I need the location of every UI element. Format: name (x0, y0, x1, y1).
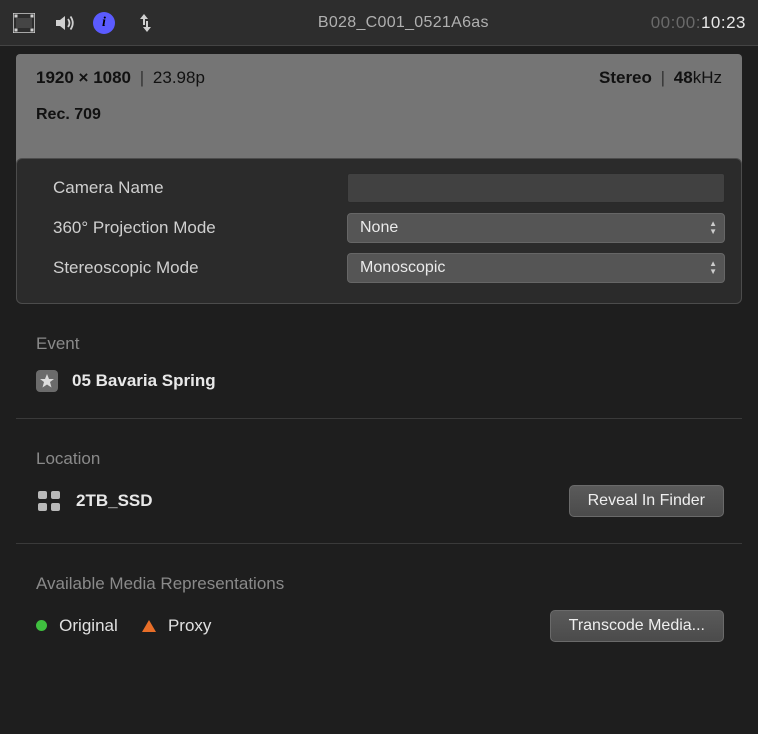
stereoscopic-mode-row: Stereoscopic Mode Monoscopic ▲▼ (27, 251, 731, 285)
frame-rate-text: 23.98p (153, 68, 205, 87)
clip-title: B028_C001_0521A6as (156, 14, 651, 32)
share-tab-icon[interactable] (132, 11, 156, 35)
meta-audio-spec: Stereo | 48kHz (599, 68, 722, 88)
original-media-indicator: Original (36, 616, 118, 636)
metadata-row-1: 1920 × 1080 | 23.98p Stereo | 48kHz (36, 68, 722, 88)
camera-name-row: Camera Name (27, 171, 731, 205)
meta-video-spec: 1920 × 1080 | 23.98p (36, 68, 205, 88)
status-triangle-warning-icon (142, 620, 156, 632)
camera-name-label: Camera Name (27, 178, 347, 198)
projection-mode-select[interactable]: None (347, 213, 725, 243)
event-item[interactable]: 05 Bavaria Spring (36, 370, 216, 392)
location-section-title: Location (36, 449, 724, 469)
location-section: Location 2TB_SSD Reveal In Finder (16, 449, 742, 544)
proxy-media-indicator: Proxy (142, 616, 212, 636)
projection-mode-value: None (360, 219, 398, 237)
camera-params-group: Camera Name 360° Projection Mode None ▲▼… (16, 158, 742, 304)
audio-rate-unit: kHz (693, 68, 722, 87)
stereoscopic-mode-value: Monoscopic (360, 259, 445, 277)
event-name: 05 Bavaria Spring (72, 371, 216, 391)
resolution-text: 1920 × 1080 (36, 68, 131, 87)
drive-icon (36, 490, 62, 512)
info-tab-icon[interactable]: i (92, 11, 116, 35)
stereoscopic-mode-label: Stereoscopic Mode (27, 258, 347, 278)
status-dot-available-icon (36, 620, 47, 631)
proxy-label: Proxy (168, 616, 211, 635)
media-representations-section: Available Media Representations Original… (16, 574, 742, 668)
clip-metadata-banner: 1920 × 1080 | 23.98p Stereo | 48kHz Rec.… (16, 54, 742, 168)
camera-name-input[interactable] (347, 173, 725, 203)
inspector-body: Camera Name 360° Projection Mode None ▲▼… (0, 168, 758, 668)
event-section: Event 05 Bavaria Spring (16, 334, 742, 419)
projection-mode-row: 360° Projection Mode None ▲▼ (27, 211, 731, 245)
audio-rate-text: 48 (674, 68, 693, 87)
event-section-title: Event (36, 334, 724, 354)
reveal-in-finder-button[interactable]: Reveal In Finder (569, 485, 724, 517)
location-name: 2TB_SSD (76, 491, 153, 511)
audio-channels-text: Stereo (599, 68, 652, 87)
transcode-media-button[interactable]: Transcode Media... (550, 610, 724, 642)
stereoscopic-mode-select[interactable]: Monoscopic (347, 253, 725, 283)
original-label: Original (59, 616, 118, 635)
audio-tab-icon[interactable] (52, 11, 76, 35)
projection-mode-label: 360° Projection Mode (27, 218, 347, 238)
star-icon (36, 370, 58, 392)
video-tab-icon[interactable] (12, 11, 36, 35)
timecode-bright: 10:23 (701, 13, 746, 32)
timecode-display: 00:00:10:23 (651, 13, 746, 33)
media-reps-list: Original Proxy (36, 616, 211, 636)
timecode-dim: 00:00: (651, 13, 701, 32)
toolbar-icons: i (12, 11, 156, 35)
separator-pipe: | (140, 68, 144, 87)
separator-pipe: | (661, 68, 665, 87)
colorspace-text: Rec. 709 (36, 106, 101, 123)
inspector-toolbar: i B028_C001_0521A6as 00:00:10:23 (0, 0, 758, 46)
location-item[interactable]: 2TB_SSD (36, 490, 153, 512)
metadata-row-2: Rec. 709 (36, 106, 722, 124)
media-reps-title: Available Media Representations (36, 574, 724, 594)
